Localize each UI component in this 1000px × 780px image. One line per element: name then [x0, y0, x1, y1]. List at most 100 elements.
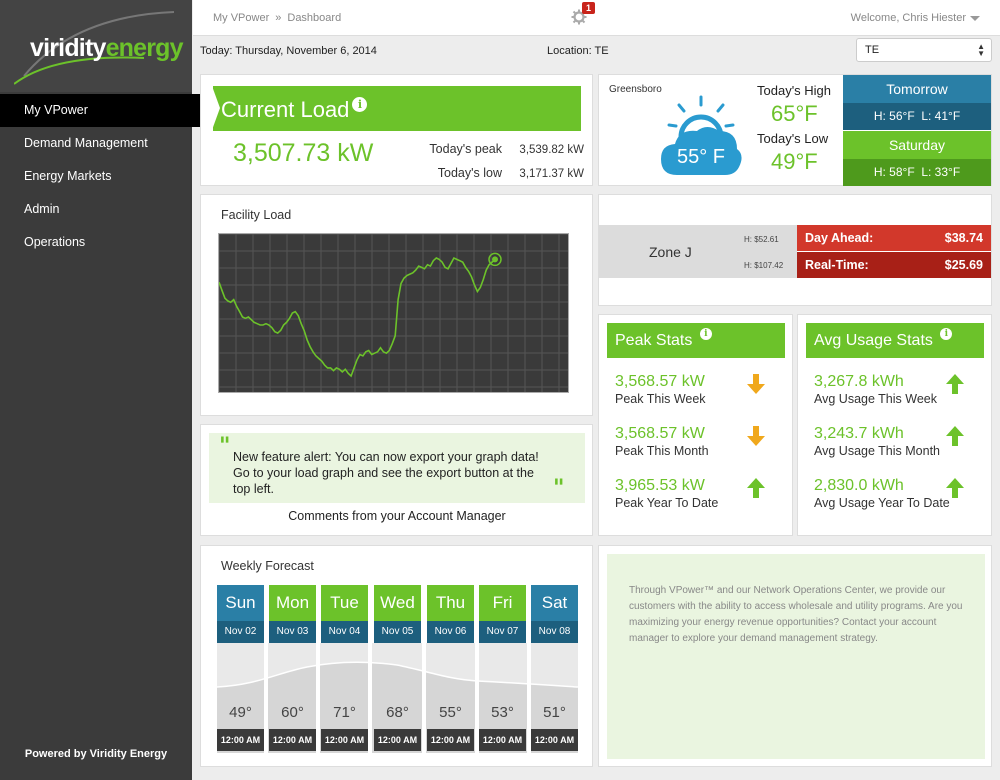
- day-name: Sun: [217, 585, 264, 621]
- day-date: Nov 03: [269, 621, 316, 643]
- stat-label: Peak This Week: [615, 392, 706, 406]
- notification-badge[interactable]: 1: [582, 2, 596, 14]
- forecast-day-fri: Fri Nov 07: [479, 585, 526, 643]
- arrow-up-icon: [944, 478, 966, 503]
- sidebar-item-operations[interactable]: Operations: [0, 226, 192, 259]
- stat-value: 3,568.57 kW: [615, 373, 705, 390]
- high-value: 65°F: [771, 101, 818, 126]
- location-select[interactable]: TE ▲ ▼: [856, 38, 992, 62]
- logo-text: viridityenergy: [30, 34, 184, 62]
- location-label: Location: TE: [547, 45, 609, 57]
- zone-panel: Zone J H: $52.61 H: $107.42 Day Ahead: $3…: [598, 194, 992, 306]
- low-temp-value: 49°F: [771, 149, 818, 174]
- stat-value: 3,568.57 kW: [615, 425, 705, 442]
- facility-load-chart[interactable]: [218, 233, 569, 393]
- caret-down-icon: [970, 15, 980, 21]
- stat-value: 2,830.0 kWh: [814, 477, 904, 494]
- breadcrumb-link-my-vpower[interactable]: My VPower: [213, 12, 269, 24]
- day-time: 12:00 AM: [374, 729, 421, 751]
- day-temp: 55°: [439, 704, 462, 721]
- info-icon[interactable]: i: [699, 327, 712, 340]
- stat-label: Peak Year To Date: [615, 496, 719, 510]
- stat-item: 3,965.53 kW Peak Year To Date: [615, 477, 718, 510]
- arrow-down-icon: [745, 374, 767, 399]
- zone-high-day-ahead: H: $52.61: [744, 235, 779, 244]
- user-menu[interactable]: Welcome, Chris Hiester: [851, 12, 980, 24]
- low-value: 3,171.37 kW: [519, 168, 584, 180]
- arrow-up-icon: [944, 374, 966, 399]
- logo[interactable]: viridityenergy: [0, 0, 192, 92]
- forecast-day-sat: Sat Nov 08: [531, 585, 578, 643]
- select-arrows-icon: ▲ ▼: [977, 42, 985, 58]
- sidebar-item-admin[interactable]: Admin: [0, 193, 192, 226]
- day-time: 12:00 AM: [479, 729, 526, 751]
- promo-panel: Through VPower™ and our Network Operatio…: [598, 545, 992, 767]
- day-time: 12:00 AM: [531, 729, 578, 751]
- facility-load-title: Facility Load: [221, 208, 292, 222]
- stat-label: Avg Usage This Month: [814, 444, 940, 458]
- zone-name: Zone J: [649, 244, 692, 260]
- day-temp: 53°: [491, 704, 514, 721]
- account-manager-panel: " New feature alert: You can now export …: [200, 424, 593, 536]
- info-icon[interactable]: i: [352, 97, 368, 112]
- sidebar: viridityenergy My VPower Demand Manageme…: [0, 0, 224, 780]
- facility-load-chart-svg: [218, 233, 568, 392]
- avg-usage-stats-header: Avg Usage Stats i: [806, 323, 984, 358]
- day-date: Nov 06: [427, 621, 474, 643]
- sidebar-item-my-vpower[interactable]: My VPower: [0, 94, 224, 127]
- low-label: Today's low: [437, 166, 502, 180]
- alert-box: " New feature alert: You can now export …: [209, 433, 585, 503]
- current-load-header: Current Load i: [212, 86, 581, 131]
- day-time: 12:00 AM: [321, 729, 368, 751]
- stat-value: 3,965.53 kW: [615, 477, 705, 494]
- weather-city: Greensboro: [609, 84, 662, 95]
- forecast-high-low: H: 56°F L: 41°F: [843, 103, 991, 130]
- stat-item: 3,568.57 kW Peak This Week: [615, 373, 706, 406]
- day-date: Nov 08: [531, 621, 578, 643]
- weekly-forecast-panel: Weekly Forecast Sun Nov 02 Mon Nov 03 Tue Nov…: [200, 545, 593, 767]
- stat-item: 3,267.8 kWh Avg Usage This Week: [814, 373, 937, 406]
- info-bar: Today: Thursday, November 6, 2014 Locati…: [200, 38, 992, 62]
- top-bar: My VPower» Dashboard 1 Welcome, Chris Hie…: [193, 0, 1000, 36]
- current-load-title: Current Load: [221, 97, 350, 122]
- today-date: Today: Thursday, November 6, 2014: [200, 45, 377, 57]
- quote-open-icon: ": [219, 433, 231, 459]
- stat-value: 3,267.8 kWh: [814, 373, 904, 390]
- sidebar-nav: My VPower Demand Management Energy Marke…: [0, 94, 224, 259]
- day-temp: 60°: [281, 704, 304, 721]
- day-time: 12:00 AM: [217, 729, 264, 751]
- sidebar-item-energy-markets[interactable]: Energy Markets: [0, 160, 192, 193]
- current-point-dot: [492, 256, 498, 263]
- current-load-panel: Current Load i 3,507.73 kW Today's peak 3,…: [200, 74, 593, 186]
- stat-label: Avg Usage This Week: [814, 392, 937, 406]
- weekly-forecast-days: Sun Nov 02 Mon Nov 03 Tue Nov 04 Wed Nov 05 Thu N…: [217, 585, 578, 643]
- forecast-day-sun: Sun Nov 02: [217, 585, 264, 643]
- peak-label: Today's peak: [429, 142, 502, 156]
- stat-value: 3,243.7 kWh: [814, 425, 904, 442]
- forecast-saturday: Saturday H: 58°F L: 33°F: [843, 131, 991, 186]
- day-date: Nov 07: [479, 621, 526, 643]
- arrow-up-icon: [745, 478, 767, 503]
- current-temp: 55° F: [677, 146, 726, 168]
- current-load-stats: Today's peak 3,539.82 kW Today's low 3,171…: [412, 137, 584, 185]
- day-temp: 71°: [333, 704, 356, 721]
- day-date: Nov 05: [374, 621, 421, 643]
- breadcrumb: My VPower» Dashboard: [213, 12, 342, 24]
- info-icon[interactable]: i: [940, 327, 953, 340]
- forecast-day-wed: Wed Nov 05: [374, 585, 421, 643]
- arrow-down-icon: [745, 426, 767, 451]
- low-temp-label: Today's Low: [757, 131, 829, 146]
- sidebar-item-demand-management[interactable]: Demand Management: [0, 127, 192, 160]
- alert-from: Comments from your Account Manager: [288, 509, 506, 523]
- stat-item: 3,243.7 kWh Avg Usage This Month: [814, 425, 940, 458]
- day-date: Nov 02: [217, 621, 264, 643]
- day-name: Thu: [427, 585, 474, 621]
- current-load-value: 3,507.73 kW: [233, 139, 374, 167]
- peak-stats-header: Peak Stats i: [607, 323, 785, 358]
- facility-load-panel: Facility Load: [200, 194, 593, 416]
- forecast-day-thu: Thu Nov 06: [427, 585, 474, 643]
- promo-text: Through VPower™ and our Network Operatio…: [629, 585, 963, 644]
- forecast-tomorrow: Tomorrow H: 56°F L: 41°F: [843, 75, 991, 130]
- day-time: 12:00 AM: [427, 729, 474, 751]
- day-temp: 68°: [386, 704, 409, 721]
